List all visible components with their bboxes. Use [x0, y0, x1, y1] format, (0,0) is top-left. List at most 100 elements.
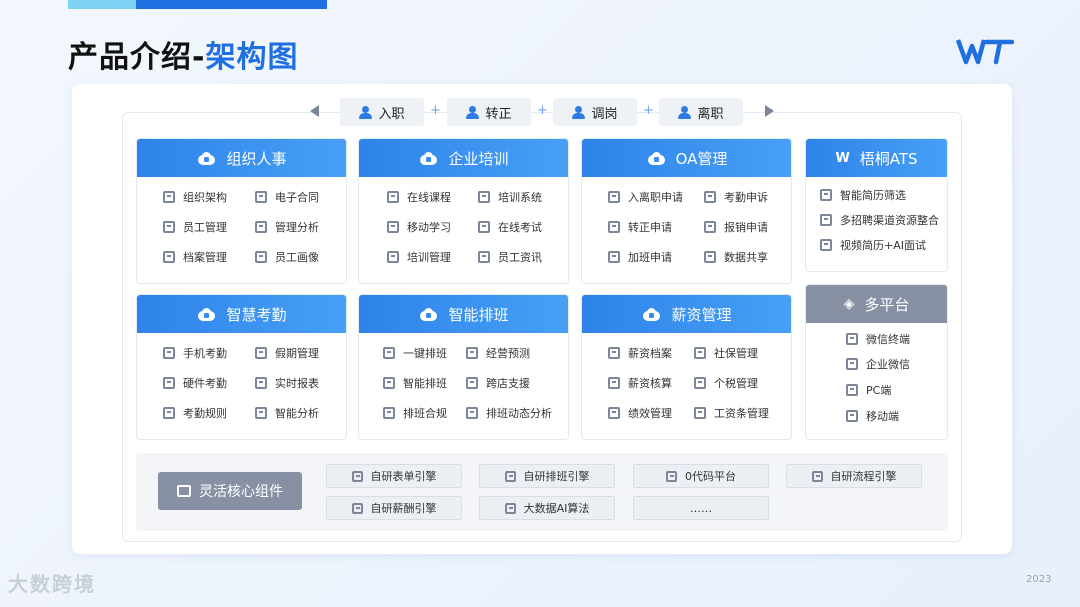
- year-label: 2023: [1026, 574, 1052, 585]
- module-item: 报销申请: [704, 219, 768, 235]
- news-icon: [478, 251, 490, 263]
- core-chip: 自研排班引擎: [479, 464, 615, 488]
- module-item: 智能排班: [383, 375, 447, 391]
- module-item: 排班动态分析: [466, 405, 552, 421]
- rule-icon: [163, 407, 175, 419]
- module-item: 电子合同: [255, 189, 319, 205]
- monitor-icon: [387, 191, 399, 203]
- module-item: 智能分析: [255, 405, 319, 421]
- module-item: 在线课程: [387, 189, 451, 205]
- one-click-icon: [383, 347, 395, 359]
- module-item: 转正申请: [608, 219, 672, 235]
- top-accent-bar-dark: [136, 0, 327, 9]
- person-icon: [678, 105, 692, 119]
- watermark: 大数跨境: [8, 572, 96, 596]
- gear-icon: [255, 221, 267, 233]
- no-code-icon: [666, 470, 677, 482]
- exam-icon: [478, 221, 490, 233]
- plus-separator: +: [537, 103, 548, 118]
- module-item: 硬件考勤: [163, 375, 227, 391]
- device-icon: [163, 377, 175, 389]
- module-item: 绩效管理: [608, 405, 672, 421]
- module-header: 组织人事: [137, 139, 346, 177]
- profile-icon: [255, 251, 267, 263]
- arrow-right-icon: [765, 105, 774, 117]
- employee-lifecycle-flow: 入职 + 转正 + 调岗 + 离职: [310, 98, 780, 126]
- core-chip: ……: [633, 496, 769, 520]
- chart-icon: [255, 407, 267, 419]
- module-item: 移动端: [846, 408, 899, 424]
- core-chip: 自研薪酬引擎: [326, 496, 462, 520]
- person-icon: [572, 105, 586, 119]
- module-header: OA管理: [582, 139, 791, 177]
- schedule-engine-icon: [504, 470, 516, 482]
- component-icon: [177, 485, 191, 497]
- workflow-icon: [811, 470, 823, 482]
- staff-icon: [163, 221, 175, 233]
- cloud-icon: [641, 307, 661, 321]
- mobile-icon: [163, 347, 175, 359]
- flow-step-regularize: 转正: [447, 98, 531, 126]
- page-title-main: 产品介绍-: [68, 40, 206, 75]
- share-icon: [704, 251, 716, 263]
- forecast-icon: [466, 347, 478, 359]
- channel-icon: [820, 214, 832, 226]
- top-accent-bar-light: [68, 0, 136, 9]
- module-item: 员工资讯: [478, 249, 542, 265]
- module-org-hr: 组织人事 组织架构 电子合同 员工管理 管理分析 档案管理 员工画像: [136, 138, 347, 284]
- module-payroll: 薪资管理 薪资档案 社保管理 薪资核算 个税管理 绩效管理 工资条管理: [581, 294, 792, 440]
- module-item: 排班合规: [383, 405, 447, 421]
- module-item: 考勤申诉: [704, 189, 768, 205]
- module-header: 薪资管理: [582, 295, 791, 333]
- org-chart-icon: [163, 191, 175, 203]
- core-chip: 0代码平台: [633, 464, 769, 488]
- salary-engine-icon: [351, 502, 363, 514]
- module-item: 薪资档案: [608, 345, 672, 361]
- module-item: 实时报表: [255, 375, 319, 391]
- layers-icon: ◈: [843, 296, 855, 312]
- holiday-icon: [255, 347, 267, 359]
- module-header: W 梧桐ATS: [806, 139, 947, 177]
- salary-file-icon: [608, 347, 620, 359]
- module-item: 企业微信: [846, 356, 910, 372]
- module-item: 经营预测: [466, 345, 530, 361]
- training-icon: [387, 251, 399, 263]
- form-icon: [351, 470, 363, 482]
- cloud-icon: [196, 151, 216, 165]
- arrow-left-icon: [310, 105, 319, 117]
- video-icon: [820, 239, 832, 251]
- module-item: 组织架构: [163, 189, 227, 205]
- module-item: 员工画像: [255, 249, 319, 265]
- mobile-device-icon: [846, 410, 858, 422]
- module-item: 跨店支援: [466, 375, 530, 391]
- module-item: 档案管理: [163, 249, 227, 265]
- schedule-icon: [383, 377, 395, 389]
- plus-separator: +: [430, 103, 441, 118]
- phone-icon: [387, 221, 399, 233]
- insurance-icon: [694, 347, 706, 359]
- appeal-icon: [704, 191, 716, 203]
- module-item: 培训管理: [387, 249, 451, 265]
- module-header: 智慧考勤: [137, 295, 346, 333]
- pc-icon: [846, 384, 858, 396]
- calculator-icon: [608, 377, 620, 389]
- person-icon: [359, 105, 373, 119]
- module-multi-platform: ◈ 多平台 微信终端 企业微信 PC端 移动端: [805, 284, 948, 440]
- module-item: 一键排班: [383, 345, 447, 361]
- wt-logo-icon: [956, 39, 1014, 65]
- module-item: 视频简历+AI面试: [820, 237, 926, 253]
- module-item: 智能简历筛选: [820, 187, 906, 203]
- module-item: 工资条管理: [694, 405, 769, 421]
- core-chip: 自研表单引擎: [326, 464, 462, 488]
- flow-step-transfer: 调岗: [553, 98, 637, 126]
- module-header: 智能排班: [359, 295, 568, 333]
- payslip-icon: [694, 407, 706, 419]
- system-icon: [478, 191, 490, 203]
- flow-step-onboard: 入职: [340, 98, 424, 126]
- page-title-highlight: 架构图: [205, 40, 299, 75]
- compliance-icon: [383, 407, 395, 419]
- module-header: ◈ 多平台: [806, 285, 947, 323]
- performance-icon: [608, 407, 620, 419]
- cloud-icon: [646, 151, 666, 165]
- module-item: 社保管理: [694, 345, 758, 361]
